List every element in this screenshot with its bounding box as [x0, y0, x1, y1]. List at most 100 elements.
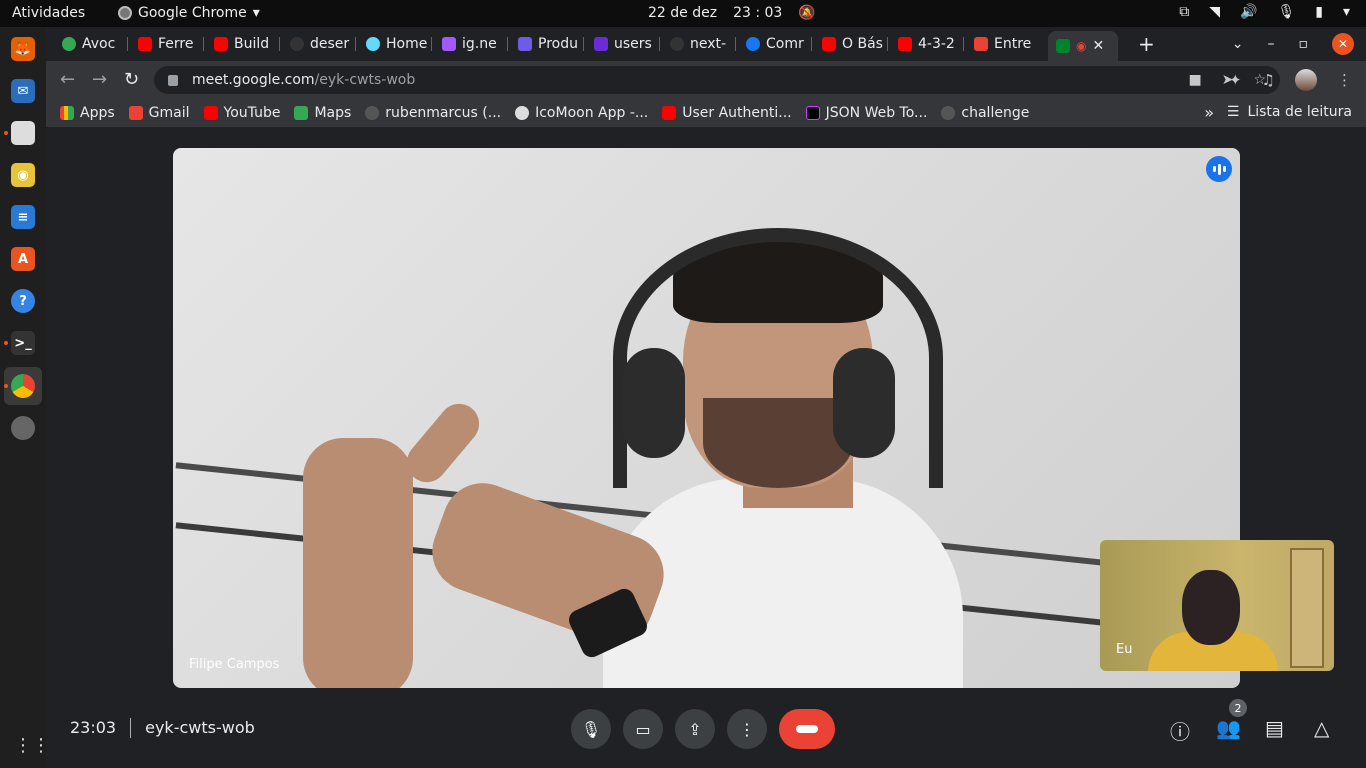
tab-title: Avoc — [82, 36, 116, 52]
activities-icon[interactable]: △ — [1314, 716, 1329, 740]
gmail-icon — [128, 106, 143, 120]
bookmark-youtube[interactable]: YouTube — [203, 105, 280, 121]
meeting-details-icon[interactable]: ⓘ — [1170, 716, 1190, 745]
profile-avatar[interactable] — [1295, 69, 1317, 91]
help-icon[interactable]: ? — [11, 289, 35, 313]
reading-list-icon: ☰ — [1226, 104, 1240, 120]
tab[interactable]: O Bás — [814, 31, 888, 57]
react-icon — [366, 37, 380, 51]
meeting-info: 23:03 eyk-cwts-wob — [70, 718, 255, 738]
bookmark-rubenmarcus[interactable]: rubenmarcus (... — [365, 105, 501, 121]
thunderbird-icon[interactable]: ✉ — [11, 79, 35, 103]
system-tray[interactable]: ⧉ ◥ 🔊 🎙 ▮ ▾ — [1179, 4, 1350, 20]
tab-title: Comr — [766, 36, 804, 52]
people-icon[interactable]: 👥 — [1216, 716, 1241, 740]
tab[interactable]: deser — [282, 31, 356, 57]
tab[interactable]: Ferre — [130, 31, 204, 57]
stripe-icon — [518, 37, 532, 51]
icomoon-icon — [515, 106, 530, 120]
reading-list-button[interactable]: ☰ Lista de leitura — [1227, 104, 1352, 120]
maps-icon — [294, 106, 309, 120]
tab-title: ig.ne — [462, 36, 497, 52]
bookmark-icomoon[interactable]: IcoMoon App -... — [515, 105, 648, 121]
leave-call-button[interactable] — [779, 709, 835, 749]
lock-icon[interactable] — [168, 74, 178, 86]
tab-title: users — [614, 36, 652, 52]
clock[interactable]: 22 de dez 23 : 03 🔕 — [648, 5, 816, 21]
tab[interactable]: Avoc — [54, 31, 128, 57]
extensions-icon[interactable]: ✦ — [1229, 71, 1242, 89]
chat-icon[interactable]: ▤ — [1265, 716, 1284, 740]
software-icon[interactable]: A — [11, 247, 35, 271]
tab-title: Home — [386, 36, 428, 52]
address-bar[interactable]: meet.google.com/eyk-cwts-wob ■ ➤ ☆ — [154, 66, 1280, 94]
app-menu[interactable]: Google Chrome ▾ — [118, 5, 260, 21]
firefox-icon[interactable]: 🦊 — [11, 37, 35, 61]
bookmark-label: IcoMoon App -... — [535, 105, 649, 121]
chrome-icon — [118, 6, 132, 20]
bookmark-user-auth[interactable]: User Authenti... — [662, 105, 792, 121]
close-window-icon[interactable]: ✕ — [1332, 33, 1354, 55]
bookmark-label: JSON Web To... — [825, 105, 928, 121]
bookmark-label: Gmail — [148, 105, 190, 121]
bookmarks-overflow-icon[interactable]: » — [1204, 103, 1214, 122]
camera-in-use-icon[interactable]: ■ — [1188, 72, 1201, 88]
tab[interactable]: Home — [358, 31, 432, 57]
forward-icon[interactable]: → — [92, 69, 107, 90]
tab[interactable]: Entre — [966, 31, 1048, 57]
bookmark-apps[interactable]: Apps — [60, 105, 115, 121]
jwt-icon — [805, 106, 820, 120]
bookmark-maps[interactable]: Maps — [294, 105, 351, 121]
tab[interactable]: 4-3-2 — [890, 31, 964, 57]
present-screen-button[interactable]: ⇪ — [675, 709, 715, 749]
bookmark-gmail[interactable]: Gmail — [128, 105, 190, 121]
media-control-icon[interactable]: ♫ — [1262, 71, 1275, 89]
new-tab-button[interactable]: + — [1138, 32, 1155, 56]
camera-button[interactable]: ▭ — [623, 709, 663, 749]
tab[interactable]: next- — [662, 31, 736, 57]
bookmark-challenge[interactable]: challenge — [941, 105, 1029, 121]
reload-icon[interactable]: ↻ — [124, 69, 139, 90]
microphone-button[interactable]: 🎙 — [571, 709, 611, 749]
minimize-icon[interactable]: – — [1268, 36, 1275, 52]
tab[interactable]: Build — [206, 31, 280, 57]
rhythmbox-icon[interactable]: ◉ — [11, 163, 35, 187]
menu-kebab-icon[interactable]: ⋮ — [1337, 71, 1352, 89]
main-video-tile[interactable]: Filipe Campos — [173, 148, 1240, 688]
tab-active-meet[interactable]: ◉ ✕ — [1048, 31, 1118, 61]
tab[interactable]: ig.ne — [434, 31, 508, 57]
camera-icon: ▭ — [635, 719, 651, 739]
bookmark-jwt[interactable]: JSON Web To... — [805, 105, 928, 121]
tab-title: Build — [234, 36, 270, 52]
figma-icon — [442, 37, 456, 51]
youtube-icon — [822, 37, 836, 51]
youtube-icon — [898, 37, 912, 51]
tab-search-icon[interactable]: ⌄ — [1232, 36, 1244, 52]
tab[interactable]: Produ — [510, 31, 584, 57]
more-options-button[interactable]: ⋮ — [727, 709, 767, 749]
more-vert-icon: ⋮ — [739, 719, 755, 739]
terminal-icon[interactable]: >_ — [4, 331, 35, 355]
bookmark-label: User Authenti... — [682, 105, 792, 121]
back-icon[interactable]: ← — [60, 69, 75, 90]
screen-share-icon: ⧉ — [1179, 4, 1190, 20]
bookmarks-bar: Apps Gmail YouTube Maps rubenmarcus (...… — [46, 99, 1366, 127]
tab-close-icon[interactable]: ✕ — [1092, 38, 1104, 54]
writer-icon[interactable]: ≡ — [11, 205, 35, 229]
microphone-icon: 🎙 — [580, 719, 602, 739]
headphone-cup — [623, 348, 685, 458]
files-icon[interactable] — [4, 121, 35, 145]
maximize-icon[interactable]: ▫ — [1299, 36, 1309, 52]
activities-button[interactable]: Atividades — [12, 5, 85, 21]
tab[interactable]: Comr — [738, 31, 812, 57]
meeting-clock: 23:03 — [70, 718, 117, 737]
tab-title: Produ — [538, 36, 578, 52]
time: 23 : 03 — [733, 5, 783, 21]
tab[interactable]: users — [586, 31, 660, 57]
self-video-tile[interactable]: Eu — [1100, 540, 1334, 671]
github-icon — [290, 37, 304, 51]
chrome-dock-icon[interactable] — [4, 374, 35, 398]
url-domain: meet.google.com — [192, 72, 315, 88]
github-icon — [365, 106, 380, 120]
disc-icon[interactable] — [11, 416, 35, 440]
